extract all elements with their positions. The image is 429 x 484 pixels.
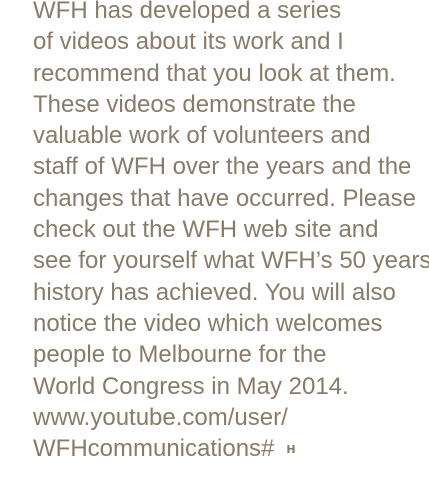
youtube-url-tail: WFHcommunications# bbox=[33, 435, 275, 463]
article-line-9: see for yourself what WFH’s 50 years bbox=[33, 247, 429, 275]
article-body: WFH has developed a series of videos abo… bbox=[33, 0, 429, 464]
end-mark-icon: H bbox=[286, 443, 295, 457]
article-line-11: notice the video which welcomes bbox=[33, 309, 383, 337]
article-line-3: recommend that you look at them. bbox=[33, 59, 396, 87]
article-line-2: of videos about its work and I bbox=[33, 28, 344, 56]
youtube-url-line-2: WFHcommunications# H bbox=[33, 433, 425, 464]
article-line-13: World Congress in May 2014. bbox=[33, 372, 349, 400]
article-line-1: WFH has developed a series bbox=[33, 0, 342, 24]
page: WFH has developed a series of videos abo… bbox=[0, 0, 429, 484]
article-line-12: people to Melbourne for the bbox=[33, 341, 327, 369]
article-line-4: These videos demonstrate the bbox=[33, 90, 356, 118]
article-line-8: check out the WFH web site and bbox=[33, 216, 379, 244]
article-line-7: changes that have occurred. Please bbox=[33, 184, 416, 212]
youtube-url-line-1: www.youtube.com/user/ bbox=[33, 403, 288, 431]
article-line-10: history has achieved. You will also bbox=[33, 278, 396, 306]
article-line-5: valuable work of volunteers and bbox=[33, 122, 371, 150]
article-line-6: staff of WFH over the years and the bbox=[33, 153, 412, 181]
